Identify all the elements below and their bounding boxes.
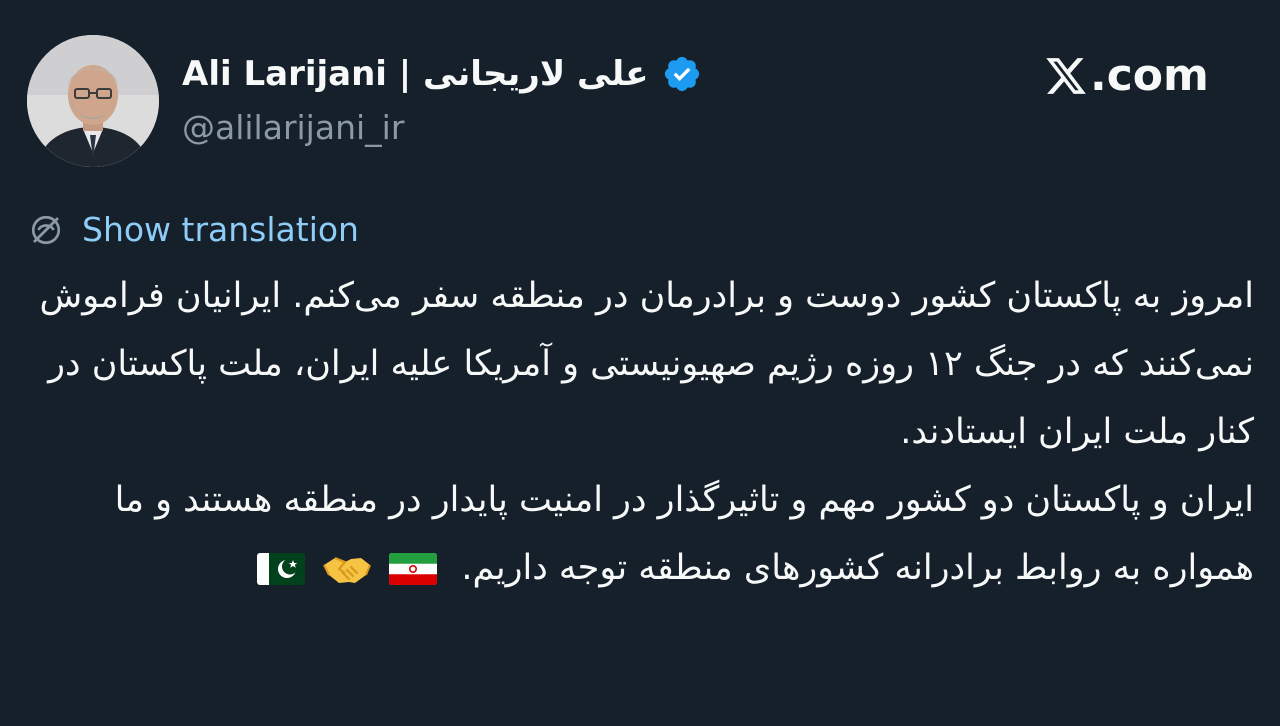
display-name[interactable]: Ali Larijani | علی لاریجانی	[182, 50, 702, 98]
x-brand: .com	[1044, 50, 1209, 102]
tweet-paragraph: امروز به پاکستان کشور دوست و برادرمان در…	[39, 276, 1254, 452]
show-translation-label[interactable]: Show translation	[82, 208, 359, 252]
tweet-card: Ali Larijani | علی لاریجانی @alilarijani…	[0, 0, 1280, 726]
show-translation-button[interactable]: Show translation	[28, 208, 359, 252]
flag-iran-icon	[387, 549, 439, 589]
flag-pakistan-icon	[255, 549, 307, 589]
tweet-paragraph-2: ایران و پاکستان دو کشور مهم و تاثیرگذار …	[26, 466, 1254, 602]
x-logo-icon	[1046, 58, 1086, 94]
verified-badge-icon	[665, 56, 700, 92]
handshake-icon	[321, 549, 373, 589]
brand-domain-text: .com	[1090, 50, 1209, 101]
user-handle[interactable]: @alilarijani_ir	[182, 105, 404, 151]
profile-photo	[27, 35, 159, 167]
tweet-text: امروز به پاکستان کشور دوست و برادرمان در…	[26, 262, 1254, 602]
avatar[interactable]	[27, 35, 159, 167]
emoji-row	[255, 549, 439, 589]
display-name-text[interactable]: Ali Larijani | علی لاریجانی	[182, 50, 648, 98]
translate-globe-icon	[31, 215, 61, 245]
